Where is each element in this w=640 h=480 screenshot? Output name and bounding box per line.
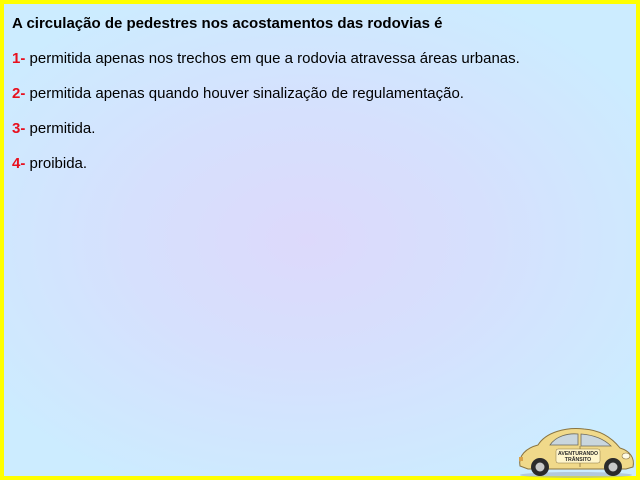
option-number: 3- bbox=[12, 120, 26, 137]
car-door-text-line2: TRÂNSITO bbox=[565, 456, 591, 463]
slide: A circulação de pedestres nos acostament… bbox=[0, 0, 640, 480]
car-logo-icon: AVENTURANDO TRÂNSITO bbox=[519, 428, 634, 478]
option-text: proibida. bbox=[29, 155, 88, 172]
option-1[interactable]: 1- permitida apenas nos trechos em que a… bbox=[12, 50, 520, 85]
option-number: 1- bbox=[12, 50, 26, 67]
option-number: 4- bbox=[12, 155, 26, 172]
option-text: permitida apenas quando houver sinalizaç… bbox=[29, 85, 464, 102]
option-number: 2- bbox=[12, 85, 26, 102]
option-2[interactable]: 2- permitida apenas quando houver sinali… bbox=[12, 85, 520, 120]
option-text: permitida apenas nos trechos em que a ro… bbox=[29, 50, 520, 67]
option-text: permitida. bbox=[29, 120, 96, 137]
option-3[interactable]: 3- permitida. bbox=[12, 120, 520, 155]
question-text: A circulação de pedestres nos acostament… bbox=[12, 15, 443, 32]
options-list: 1- permitida apenas nos trechos em que a… bbox=[12, 50, 520, 190]
option-4[interactable]: 4- proibida. bbox=[12, 155, 520, 190]
